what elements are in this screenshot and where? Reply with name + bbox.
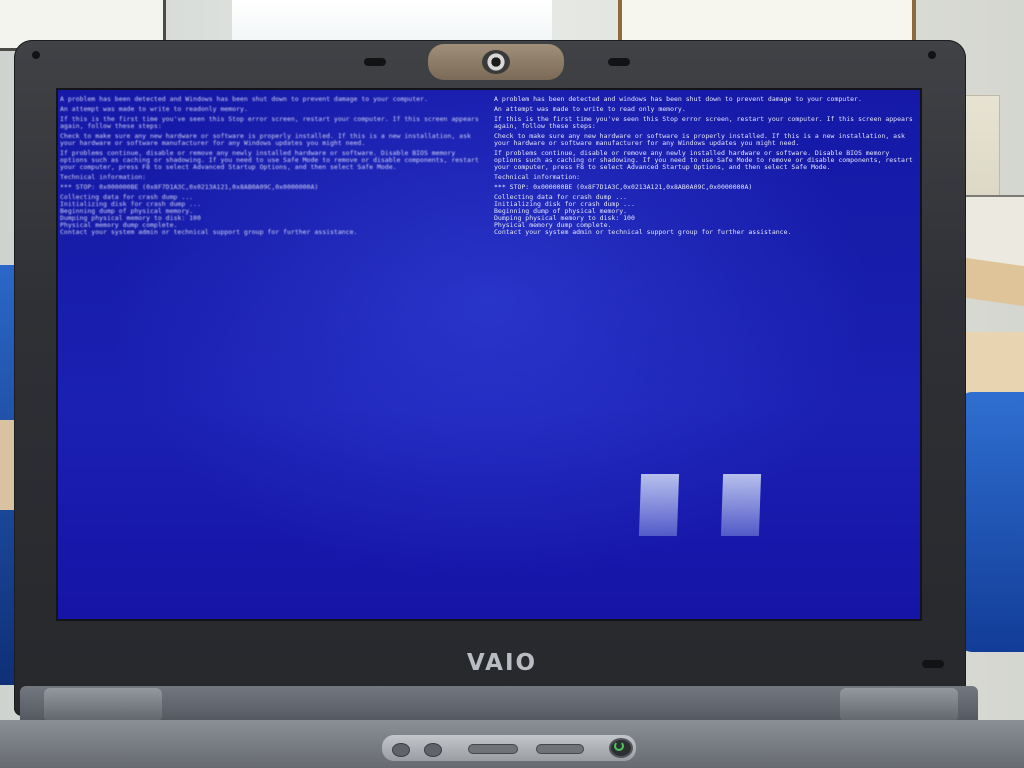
bsod-left-line: Collecting data for crash dump ... Initi… [60,193,358,236]
bsod-left-line: Check to make sure any new hardware or s… [60,132,471,147]
bsod-text-left: A problem has been detected and Windows … [60,96,480,346]
media-button[interactable] [392,743,410,757]
webcam-icon [482,50,510,74]
lid-bumper-top-right [608,58,630,66]
bsod-right-line: If problems continue, disable or remove … [494,149,913,171]
bsod-right-line: An attempt was made to write to read onl… [494,105,686,113]
bsod-right-line: Collecting data for crash dump ... Initi… [494,193,792,236]
desk-right-surface [958,332,1024,394]
lid-bumper-top-left [364,58,386,66]
bsod-right-line: Technical information: [494,173,581,181]
bsod-left-line: Technical information: [60,173,147,181]
volume-button[interactable] [468,744,518,754]
bsod-right-line: *** STOP: 0x000000BE (0x8F7D1A3C,0x0213A… [494,183,753,191]
window-reflection-left [638,474,680,536]
bsod-left-line: If this is the first time you've seen th… [60,115,479,130]
bsod-right-line: If this is the first time you've seen th… [494,115,913,130]
brightness-button[interactable] [536,744,584,754]
bezel-screw-right [928,51,936,59]
power-icon [614,741,624,751]
chair-right [958,392,1024,652]
bsod-right-line: A problem has been detected and windows … [494,96,862,103]
bsod-right-line: Check to make sure any new hardware or s… [494,132,905,147]
media-button[interactable] [424,743,442,757]
vaio-logo: VAIO [466,650,538,676]
lid-bumper-bottom-right [922,660,944,668]
hinge-cap-left [44,688,162,722]
bezel-screw-left [32,51,40,59]
bsod-left-line: If problems continue, disable or remove … [60,149,479,171]
bsod-text-right: A problem has been detected and windows … [494,96,914,346]
blue-screen: A problem has been detected and Windows … [56,88,922,621]
bsod-left-line: A problem has been detected and Windows … [60,96,428,103]
window-reflection-right [720,474,762,536]
bsod-left-line: *** STOP: 0x000000BE (0x8F7D1A3C,0x0213A… [60,183,319,191]
bsod-left-line: An attempt was made to write to readonly… [60,105,248,113]
hinge-cap-right [840,688,958,722]
